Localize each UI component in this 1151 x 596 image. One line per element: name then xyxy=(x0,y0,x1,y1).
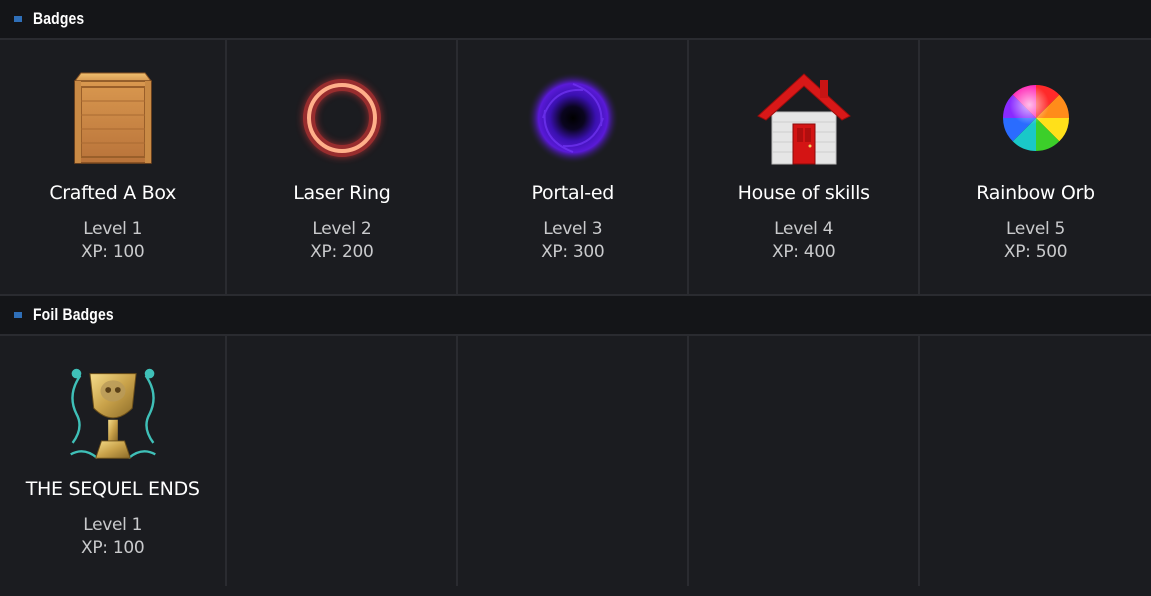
house-icon xyxy=(754,68,854,168)
empty-badge-slot xyxy=(689,336,921,586)
badge-level: Level 1 xyxy=(83,515,143,535)
badges-grid: Crafted A Box Level 1 XP: 100 Laser Ring… xyxy=(0,40,1151,296)
badge-xp: XP: 300 xyxy=(541,242,605,262)
empty-badge-slot xyxy=(458,336,690,586)
badge-name: House of skills xyxy=(737,182,870,204)
badge-level: Level 1 xyxy=(83,219,143,239)
rainbow-orb-icon xyxy=(986,68,1086,168)
trophy-icon xyxy=(63,364,163,464)
badge-level: Level 4 xyxy=(774,219,834,239)
badge-card[interactable]: Portal-ed Level 3 XP: 300 xyxy=(458,40,690,296)
empty-badge-slot xyxy=(227,336,459,586)
badge-name: Portal-ed xyxy=(531,182,615,204)
badge-xp: XP: 400 xyxy=(771,242,836,262)
badge-card[interactable]: Rainbow Orb Level 5 XP: 500 xyxy=(920,40,1151,296)
badge-level: Level 5 xyxy=(1006,219,1066,239)
portal-icon xyxy=(523,68,623,168)
badge-card[interactable]: THE SEQUEL ENDS Level 1 XP: 100 xyxy=(0,336,228,586)
badge-name: THE SEQUEL ENDS xyxy=(25,478,200,500)
empty-badge-slot xyxy=(920,336,1151,586)
badge-name: Laser Ring xyxy=(293,182,391,204)
laser-ring-icon xyxy=(292,68,392,168)
badge-xp: XP: 100 xyxy=(81,538,145,558)
badge-xp: XP: 100 xyxy=(81,242,145,262)
badge-xp: XP: 200 xyxy=(310,242,374,262)
badge-name: Crafted A Box xyxy=(49,182,177,204)
foil-badges-grid: THE SEQUEL ENDS Level 1 XP: 100 xyxy=(0,336,1151,586)
crate-icon xyxy=(63,68,163,168)
badge-card[interactable]: House of skills Level 4 XP: 400 xyxy=(689,40,921,296)
badge-card[interactable]: Crafted A Box Level 1 XP: 100 xyxy=(0,40,228,296)
badge-level: Level 3 xyxy=(543,219,603,239)
section-bullet xyxy=(14,16,22,22)
badge-name: Rainbow Orb xyxy=(976,182,1095,204)
badge-level: Level 2 xyxy=(312,219,372,239)
badges-section-title: Badges xyxy=(33,9,85,28)
badges-section-header: Badges xyxy=(0,0,1151,40)
section-bullet xyxy=(14,312,22,318)
foil-badges-section-header: Foil Badges xyxy=(0,296,1151,336)
badge-card[interactable]: Laser Ring Level 2 XP: 200 xyxy=(227,40,459,296)
badge-xp: XP: 500 xyxy=(1003,242,1068,262)
foil-badges-section-title: Foil Badges xyxy=(33,305,114,324)
